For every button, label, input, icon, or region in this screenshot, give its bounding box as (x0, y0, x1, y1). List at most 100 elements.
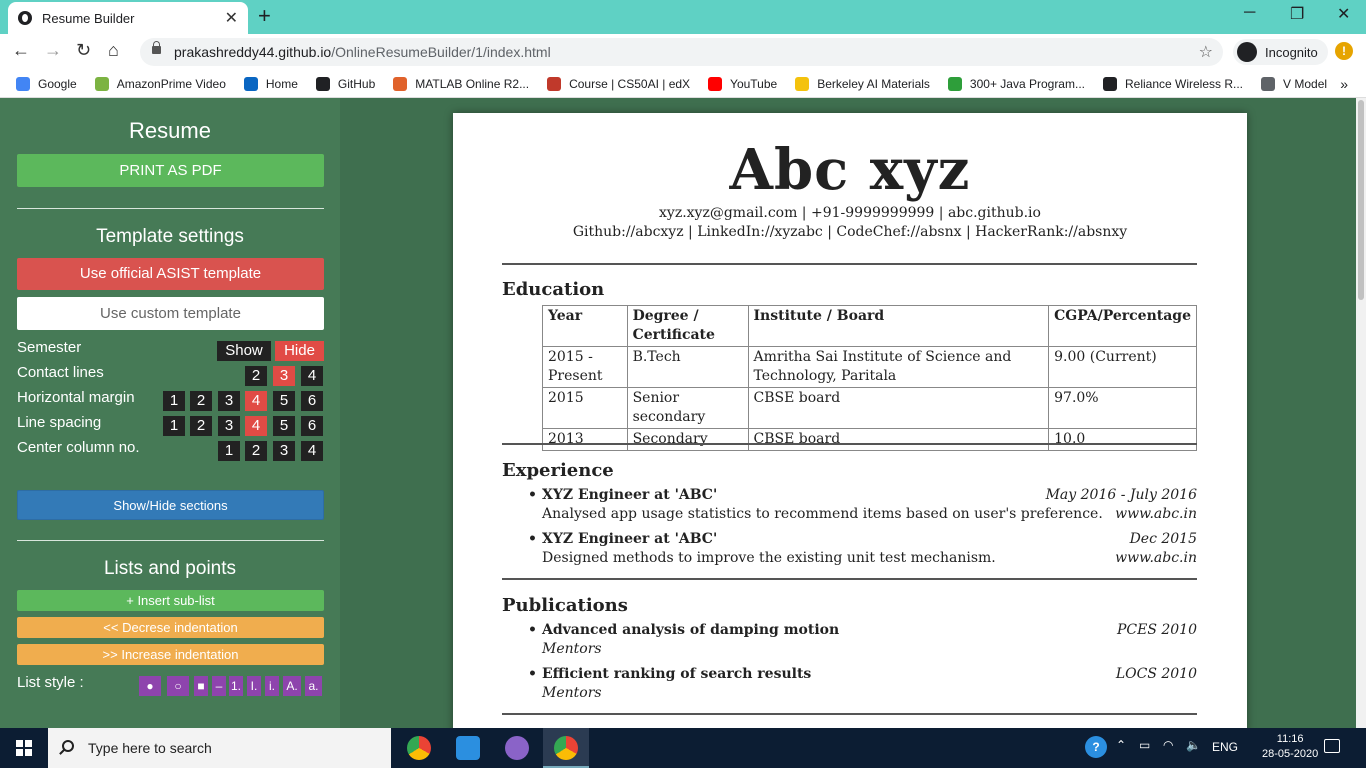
show-hide-sections-button[interactable]: Show/Hide sections (17, 490, 324, 520)
experience-item[interactable]: • XYZ Engineer at 'ABC' Dec 2015 Designed m… (528, 531, 1197, 566)
publications-title[interactable]: Publications (502, 595, 628, 616)
bookmark-star-icon[interactable]: ☆ (1199, 42, 1213, 62)
restore-icon[interactable]: ❐ (1290, 4, 1304, 24)
spacing-2-button[interactable]: 2 (190, 416, 212, 436)
hmargin-1-button[interactable]: 1 (163, 391, 185, 411)
insert-sublist-button[interactable]: + Insert sub-list (17, 590, 324, 611)
more-bookmarks-icon[interactable]: » (1340, 76, 1348, 92)
wifi-icon[interactable]: ◠ (1163, 738, 1173, 752)
table-cell[interactable]: Amritha Sai Institute of Science and Tec… (747, 346, 1050, 388)
hmargin-2-button[interactable]: 2 (190, 391, 212, 411)
battery-icon[interactable]: ▭ (1139, 738, 1150, 752)
print-pdf-button[interactable]: PRINT AS PDF (17, 154, 324, 187)
resume-name[interactable]: Abc xyz (453, 137, 1247, 203)
list-style-option[interactable]: I. (247, 676, 261, 696)
table-cell[interactable]: Secondary (626, 428, 749, 451)
publication-title[interactable]: Advanced analysis of damping motion (542, 622, 839, 638)
table-cell[interactable]: 97.0% (1048, 387, 1197, 429)
bookmark-item[interactable]: Home (243, 76, 298, 91)
spacing-1-button[interactable]: 1 (163, 416, 185, 436)
spacing-3-button[interactable]: 3 (218, 416, 240, 436)
clock[interactable]: 11:16 28-05-2020 (1262, 732, 1318, 762)
bookmark-item[interactable]: 300+ Java Program... (947, 76, 1085, 91)
github-desktop-taskbar-icon[interactable] (505, 736, 529, 760)
publication-venue[interactable]: PCES 2010 (1117, 622, 1197, 638)
contact-line-2[interactable]: Github://abcxyz | LinkedIn://xyzabc | Co… (453, 224, 1247, 240)
center-col-3-button[interactable]: 3 (273, 441, 295, 461)
experience-role[interactable]: XYZ Engineer at 'ABC' (542, 487, 717, 503)
table-cell[interactable]: CBSE board (747, 387, 1050, 429)
table-cell[interactable]: 2015 (542, 387, 628, 429)
edu-header-year[interactable]: Year (542, 305, 628, 347)
bookmark-item[interactable]: GitHub (315, 76, 375, 91)
experience-link[interactable]: www.abc.in (1115, 550, 1197, 566)
list-style-option[interactable]: 1. (229, 676, 243, 696)
chrome-taskbar-icon[interactable] (407, 736, 431, 760)
page-scrollbar[interactable] (1356, 98, 1366, 728)
experience-item[interactable]: • XYZ Engineer at 'ABC' May 2016 - July 20… (528, 487, 1197, 522)
bookmark-item[interactable]: YouTube (708, 76, 777, 91)
table-cell[interactable]: Senior secondary (626, 387, 749, 429)
incognito-badge[interactable]: Incognito (1233, 39, 1328, 65)
notifications-icon[interactable] (1324, 739, 1340, 753)
experience-date[interactable]: May 2016 - July 2016 (1046, 487, 1197, 503)
bookmark-item[interactable]: MATLAB Online R2... (393, 76, 529, 91)
close-window-icon[interactable]: ✕ (1337, 4, 1350, 24)
language-indicator[interactable]: ENG (1212, 740, 1238, 754)
url-input[interactable]: prakashreddy44.github.io/OnlineResumeBui… (140, 38, 1223, 66)
list-style-option[interactable]: – (212, 676, 226, 696)
experience-role[interactable]: XYZ Engineer at 'ABC' (542, 531, 717, 547)
vscode-taskbar-icon[interactable] (456, 736, 480, 760)
increase-indentation-button[interactable]: >> Increase indentation (17, 644, 324, 665)
edu-header-institute[interactable]: Institute / Board (747, 305, 1050, 347)
reload-icon[interactable]: ↻ (76, 40, 91, 61)
list-style-option[interactable]: ○ (167, 676, 189, 696)
contact-lines-4-button[interactable]: 4 (301, 366, 323, 386)
volume-icon[interactable]: 🔈 (1186, 738, 1201, 752)
table-cell[interactable]: 2013 (542, 428, 628, 451)
publication-item[interactable]: • Efficient ranking of search results LOCS… (528, 666, 1197, 701)
experience-title[interactable]: Experience (502, 460, 614, 481)
publication-title[interactable]: Efficient ranking of search results (542, 666, 811, 682)
list-style-option[interactable]: A. (283, 676, 301, 696)
back-icon[interactable]: ← (12, 40, 30, 61)
semester-show-button[interactable]: Show (217, 341, 271, 361)
bookmark-item[interactable]: Berkeley AI Materials (795, 76, 930, 91)
list-style-option[interactable]: a. (305, 676, 322, 696)
publication-venue[interactable]: LOCS 2010 (1116, 666, 1197, 682)
center-col-1-button[interactable]: 1 (218, 441, 240, 461)
tab-resume-builder[interactable]: Resume Builder ✕ (8, 2, 248, 34)
update-alert-icon[interactable]: ! (1335, 42, 1353, 60)
spacing-4-button[interactable]: 4 (245, 416, 267, 436)
publication-sub[interactable]: Mentors (542, 641, 602, 657)
hmargin-5-button[interactable]: 5 (273, 391, 295, 411)
list-style-option[interactable]: ■ (194, 676, 208, 696)
semester-hide-button[interactable]: Hide (275, 341, 324, 361)
publication-sub[interactable]: Mentors (542, 685, 602, 701)
official-template-button[interactable]: Use official ASIST template (17, 258, 324, 290)
hmargin-6-button[interactable]: 6 (301, 391, 323, 411)
forward-icon[interactable]: → (44, 40, 62, 61)
contact-lines-2-button[interactable]: 2 (245, 366, 267, 386)
show-hidden-icons-icon[interactable]: ⌃ (1116, 738, 1126, 752)
center-col-4-button[interactable]: 4 (301, 441, 323, 461)
bookmark-item[interactable]: AmazonPrime Video (94, 76, 226, 91)
table-cell[interactable]: 9.00 (Current) (1048, 346, 1197, 388)
experience-date[interactable]: Dec 2015 (1130, 531, 1197, 547)
table-cell[interactable]: 10.0 (1048, 428, 1197, 451)
chrome-incognito-taskbar-button[interactable] (543, 728, 589, 768)
list-style-option[interactable]: i. (265, 676, 279, 696)
edu-header-cgpa[interactable]: CGPA/Percentage (1048, 305, 1197, 347)
list-style-option[interactable]: ● (139, 676, 161, 696)
windows-start-icon[interactable] (16, 740, 32, 756)
home-icon[interactable]: ⌂ (108, 40, 119, 61)
education-title[interactable]: Education (502, 279, 604, 300)
table-cell[interactable]: B.Tech (626, 346, 749, 388)
edu-header-degree[interactable]: Degree / Certificate (626, 305, 749, 347)
minimize-icon[interactable]: ─ (1244, 4, 1255, 22)
hmargin-3-button[interactable]: 3 (218, 391, 240, 411)
spacing-5-button[interactable]: 5 (273, 416, 295, 436)
bookmark-item[interactable]: Course | CS50AI | edX (547, 76, 690, 91)
spacing-6-button[interactable]: 6 (301, 416, 323, 436)
decrease-indentation-button[interactable]: << Decrese indentation (17, 617, 324, 638)
